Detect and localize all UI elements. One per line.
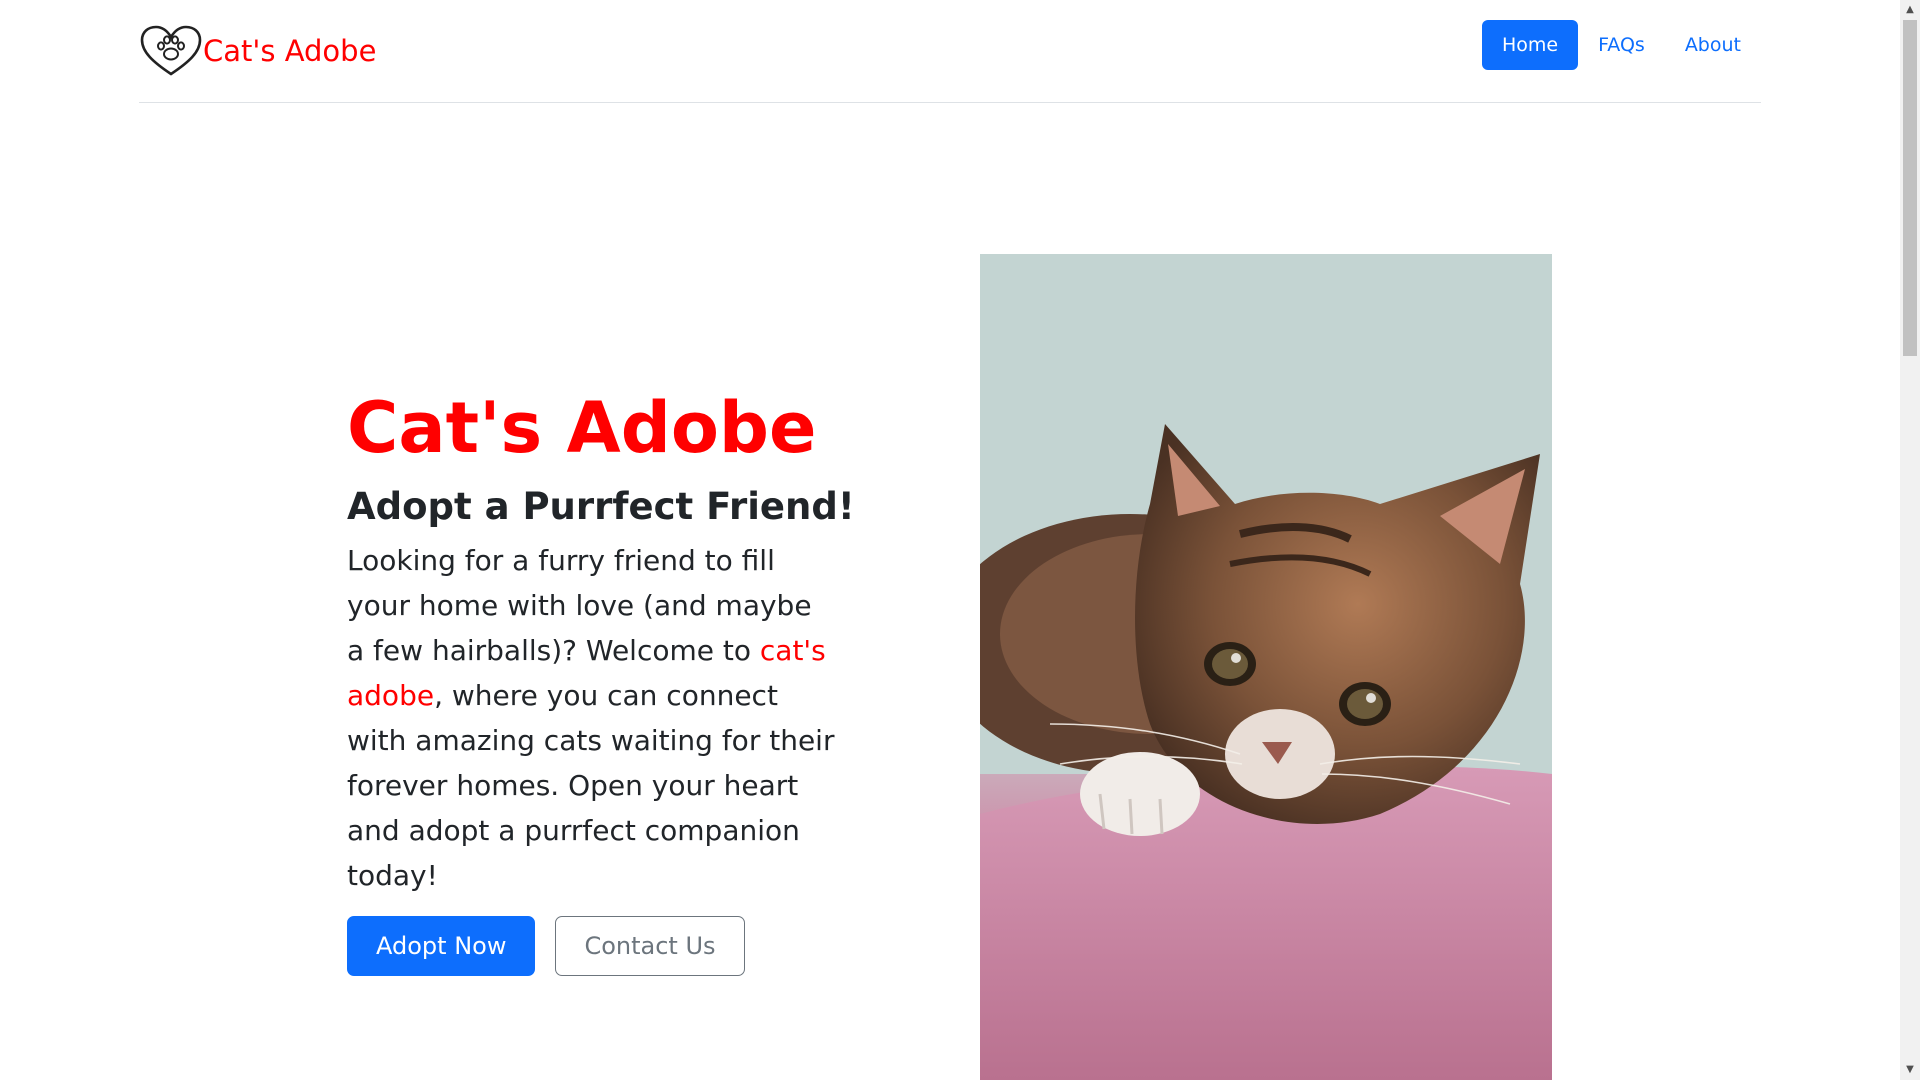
brand-link[interactable]: Cat's Adobe xyxy=(139,24,376,78)
site-header: Cat's Adobe Home FAQs About xyxy=(139,0,1761,103)
hero-title: Cat's Adobe xyxy=(347,387,817,469)
hero-description: Looking for a furry friend to fill your … xyxy=(347,538,837,898)
scroll-up-arrow-icon[interactable]: ▲ xyxy=(1900,0,1920,20)
nav-about[interactable]: About xyxy=(1665,20,1761,70)
nav-faqs[interactable]: FAQs xyxy=(1578,20,1665,70)
heart-paw-icon xyxy=(139,24,203,78)
hero-subtitle: Adopt a Purrfect Friend! xyxy=(347,485,855,528)
nav-home[interactable]: Home xyxy=(1482,20,1579,70)
page: Cat's Adobe Home FAQs About Cat's Adobe … xyxy=(0,0,1920,1080)
vertical-scrollbar[interactable]: ▲ ▼ xyxy=(1900,0,1920,1080)
brand-name: Cat's Adobe xyxy=(203,34,377,68)
scroll-thumb[interactable] xyxy=(1903,20,1917,356)
kitten-photo xyxy=(980,254,1552,1080)
scroll-down-arrow-icon[interactable]: ▼ xyxy=(1900,1060,1920,1080)
hero-section: Cat's Adobe Adopt a Purrfect Friend! Loo… xyxy=(347,387,855,976)
hero-actions: Adopt Now Contact Us xyxy=(347,916,837,976)
contact-us-button[interactable]: Contact Us xyxy=(555,916,745,976)
adopt-now-button[interactable]: Adopt Now xyxy=(347,916,536,976)
hero-description-start: Looking for a furry friend to fill your … xyxy=(347,544,812,667)
main-nav: Home FAQs About xyxy=(1482,20,1761,70)
